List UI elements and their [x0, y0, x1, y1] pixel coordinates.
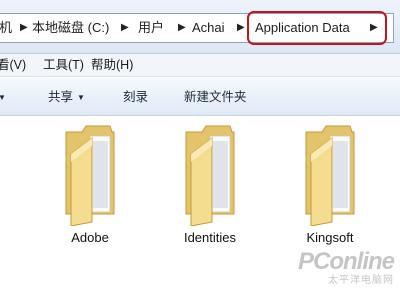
watermark-subtitle: 太平洋电脑网 — [328, 275, 394, 286]
watermark-brand: PConline — [297, 248, 395, 275]
command-toolbar: ▼ 共享 ▼ 刻录 新建文件夹 — [0, 78, 400, 116]
burn-button[interactable]: 刻录 — [123, 78, 148, 116]
share-label: 共享 — [48, 90, 74, 104]
address-bar: 机 ▶ 本地磁盘 (C:) ▶ 用户 ▶ Achai ▶ Application… — [0, 0, 400, 54]
folder-icon — [305, 125, 355, 226]
breadcrumb-user-achai[interactable]: Achai — [192, 14, 225, 42]
chevron-right-icon[interactable]: ▶ — [20, 14, 28, 42]
caret-down-icon[interactable]: ▼ — [0, 78, 6, 116]
explorer-window: 机 ▶ 本地磁盘 (C:) ▶ 用户 ▶ Achai ▶ Application… — [0, 0, 400, 300]
menu-view[interactable]: 看(V) — [0, 54, 26, 77]
menu-bar: 看(V) 工具(T) 帮助(H) — [0, 54, 400, 77]
menu-tools[interactable]: 工具(T) — [43, 54, 84, 77]
caret-down-icon: ▼ — [77, 93, 85, 102]
folder-name: Adobe — [71, 230, 109, 245]
new-folder-button[interactable]: 新建文件夹 — [184, 78, 247, 116]
folder-item[interactable]: Adobe — [40, 117, 140, 300]
folder-icon — [65, 125, 115, 226]
chevron-right-icon[interactable]: ▶ — [178, 14, 186, 42]
breadcrumb-computer[interactable]: 机 — [0, 14, 12, 42]
chevron-right-icon[interactable]: ▶ — [237, 14, 245, 42]
menu-help[interactable]: 帮助(H) — [91, 54, 133, 77]
watermark: PConline 太平洋电脑网 — [286, 248, 395, 291]
folder-name: Kingsoft — [306, 230, 354, 245]
folder-name: Identities — [183, 230, 237, 245]
folder-icon — [185, 125, 235, 226]
share-button[interactable]: 共享 ▼ — [48, 78, 85, 116]
breadcrumb-users[interactable]: 用户 — [138, 14, 164, 42]
folder-item[interactable]: Identities — [160, 117, 260, 300]
chevron-right-icon[interactable]: ▶ — [121, 14, 129, 42]
highlight-annotation — [247, 11, 387, 45]
breadcrumb-local-disk[interactable]: 本地磁盘 (C:) — [32, 14, 109, 42]
